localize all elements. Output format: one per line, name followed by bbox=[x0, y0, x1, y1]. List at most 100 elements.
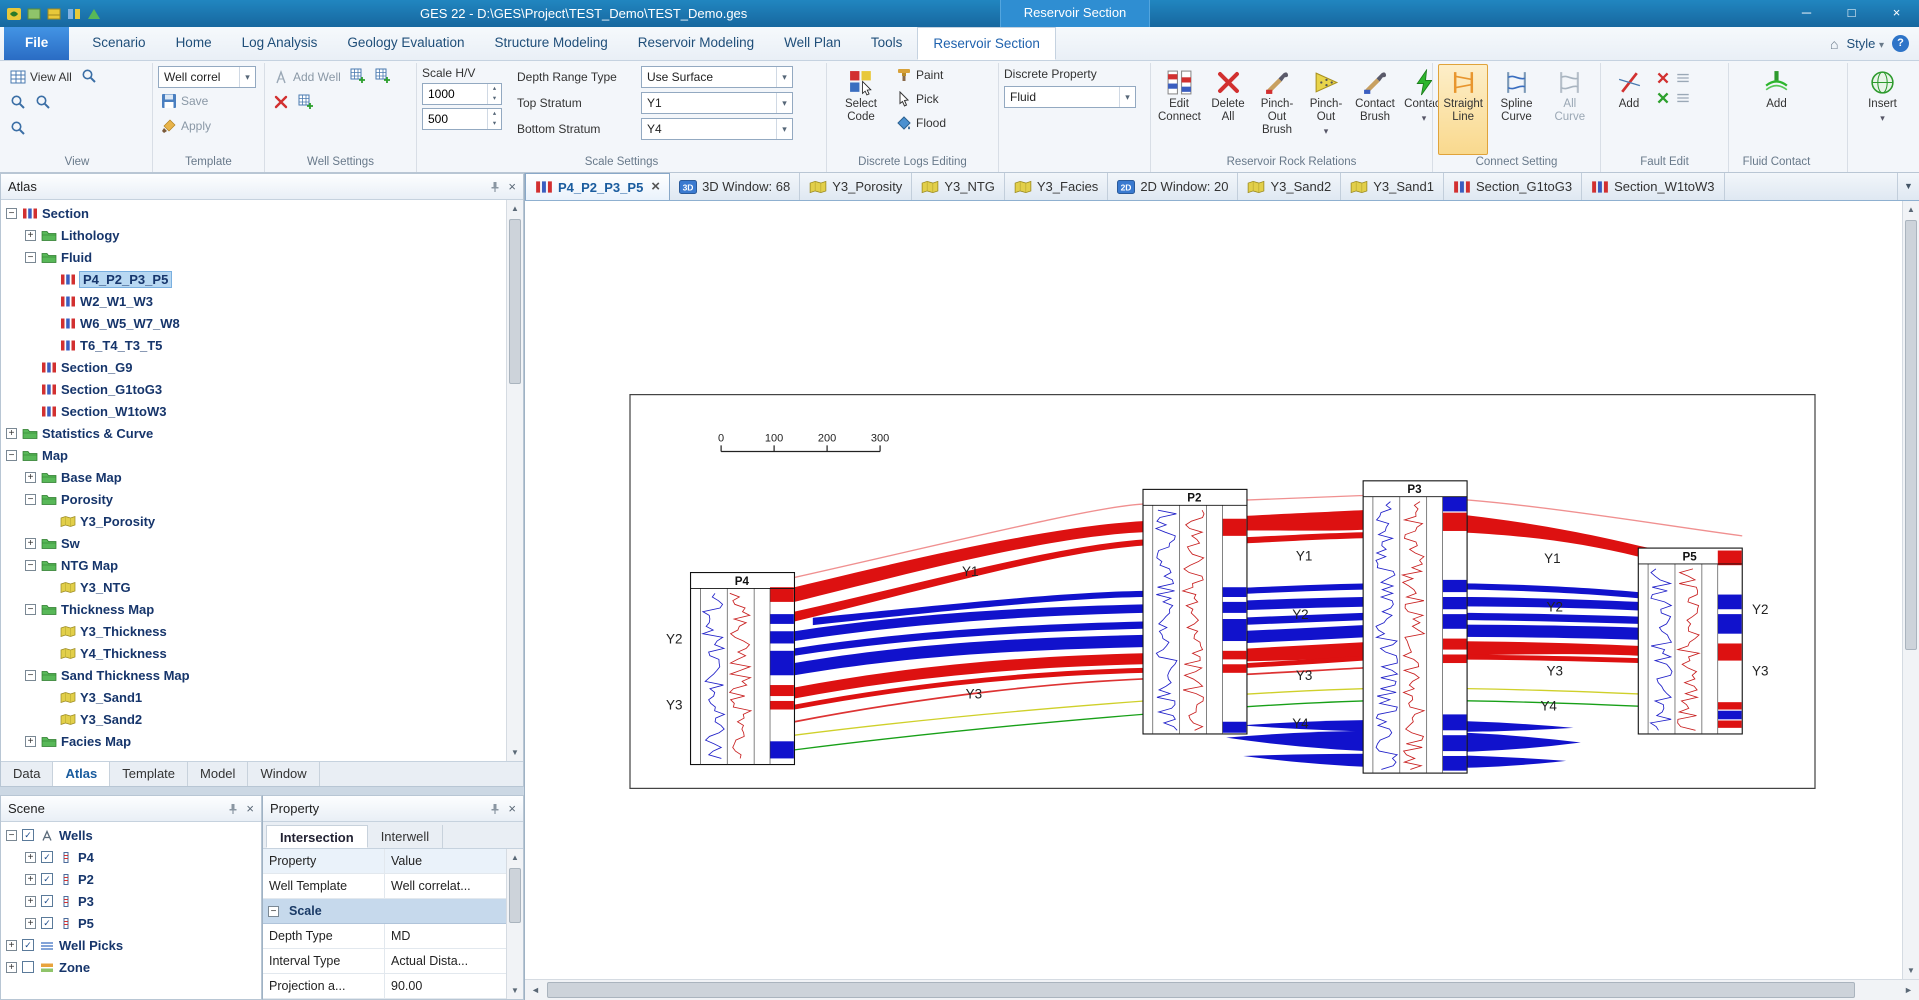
collapse-icon[interactable]: − bbox=[6, 829, 17, 841]
canvas-horizontal-scrollbar[interactable]: ◄ ► bbox=[525, 979, 1919, 1000]
well-track-P3[interactable]: P3 bbox=[1362, 480, 1468, 774]
menu-tab-well-plan[interactable]: Well Plan bbox=[769, 27, 856, 60]
menu-tab-reservoir-section[interactable]: Reservoir Section bbox=[917, 27, 1056, 60]
atlas-item-t6-t4-t3-t5[interactable]: T6_T4_T3_T5 bbox=[1, 334, 506, 356]
toolbar-icon-4[interactable] bbox=[86, 6, 102, 22]
collapse-icon[interactable]: − bbox=[25, 251, 36, 263]
atlas-item-y3-ntg[interactable]: Y3_NTG bbox=[1, 576, 506, 598]
atlas-item-sand-thickness-map[interactable]: − Sand Thickness Map bbox=[1, 664, 506, 686]
atlas-item-base-map[interactable]: + Base Map bbox=[1, 466, 506, 488]
atlas-item-section-g1tog3[interactable]: Section_G1toG3 bbox=[1, 378, 506, 400]
scroll-left-icon[interactable]: ◄ bbox=[525, 980, 546, 1000]
panel-splitter[interactable] bbox=[0, 787, 524, 795]
menu-tab-structure-modeling[interactable]: Structure Modeling bbox=[479, 27, 622, 60]
doc-tab-section-w1tow3[interactable]: Section_W1toW3 bbox=[1582, 173, 1725, 200]
apply-template-button[interactable]: Apply bbox=[158, 114, 259, 138]
menu-tab-file[interactable]: File bbox=[4, 27, 70, 60]
depth-range-type-select[interactable]: Use Surface ▾ bbox=[641, 66, 793, 88]
style-home-icon[interactable]: ⌂ bbox=[1830, 36, 1838, 52]
pin-icon[interactable] bbox=[227, 803, 239, 815]
atlas-item-ntg-map[interactable]: − NTG Map bbox=[1, 554, 506, 576]
remove-well-button[interactable] bbox=[270, 92, 292, 114]
tab-scroll-button[interactable]: ▼ bbox=[1897, 173, 1919, 200]
all-curve-button[interactable]: All Curve bbox=[1545, 64, 1595, 155]
expand-icon[interactable]: + bbox=[25, 735, 36, 747]
pick-button[interactable]: Pick bbox=[893, 88, 949, 110]
well-order-button[interactable] bbox=[347, 66, 369, 88]
fault-segments-icon[interactable] bbox=[1675, 90, 1691, 106]
property-row-interval-type[interactable]: Interval Type Actual Dista... bbox=[263, 949, 506, 974]
context-tab-reservoir-section[interactable]: Reservoir Section bbox=[1000, 0, 1150, 27]
property-row-projection-a-[interactable]: Projection a... 90.00 bbox=[263, 974, 506, 999]
scene-item-wells[interactable]: − ✓ Wells bbox=[1, 824, 261, 846]
save-template-button[interactable]: Save bbox=[158, 89, 259, 113]
collapse-icon[interactable]: − bbox=[25, 559, 36, 571]
maximize-button[interactable]: □ bbox=[1829, 0, 1874, 27]
contact-brush-button[interactable]: Contact Brush bbox=[1352, 64, 1398, 155]
spinner-arrows-icon[interactable]: ▴ ▾ bbox=[487, 109, 501, 129]
fault-lines-icon[interactable] bbox=[1675, 70, 1691, 86]
panel-tab-atlas[interactable]: Atlas bbox=[53, 762, 111, 786]
expand-icon[interactable]: + bbox=[25, 917, 36, 929]
atlas-item-section-w1tow3[interactable]: Section_W1toW3 bbox=[1, 400, 506, 422]
doc-tab-y3-sand1[interactable]: Y3_Sand1 bbox=[1341, 173, 1444, 200]
atlas-item-facies-map[interactable]: + Facies Map bbox=[1, 730, 506, 752]
atlas-item-section[interactable]: − Section bbox=[1, 202, 506, 224]
expand-icon[interactable]: + bbox=[6, 427, 17, 439]
collapse-icon[interactable]: − bbox=[6, 207, 17, 219]
spline-curve-button[interactable]: Spline Curve bbox=[1491, 64, 1541, 155]
atlas-item-section-g9[interactable]: Section_G9 bbox=[1, 356, 506, 378]
cross-section-plot[interactable]: 0 100 200 300 P4 P2 P3 P5 Y1 Y1 Y1 Y2 Y2 Y2 Y2 Y3 Y3 Y3 Y3… bbox=[629, 394, 1816, 789]
well-track-P2[interactable]: P2 bbox=[1142, 488, 1248, 735]
menu-tab-log-analysis[interactable]: Log Analysis bbox=[227, 27, 333, 60]
checkbox[interactable] bbox=[22, 961, 34, 973]
delete-all-button[interactable]: Delete All bbox=[1205, 64, 1251, 155]
checkbox[interactable]: ✓ bbox=[41, 917, 53, 929]
pinch-out-brush-button[interactable]: Pinch-Out Brush bbox=[1254, 64, 1300, 155]
atlas-item-y3-porosity[interactable]: Y3_Porosity bbox=[1, 510, 506, 532]
atlas-item-y3-sand2[interactable]: Y3_Sand2 bbox=[1, 708, 506, 730]
canvas-vertical-scrollbar[interactable]: ▲ ▼ bbox=[1902, 201, 1919, 979]
expand-icon[interactable]: + bbox=[6, 961, 17, 973]
doc-tab-y3-sand2[interactable]: Y3_Sand2 bbox=[1238, 173, 1342, 200]
zoom-window-button[interactable] bbox=[78, 66, 100, 88]
well-spacing-button[interactable] bbox=[372, 66, 394, 88]
menu-tab-geology-evaluation[interactable]: Geology Evaluation bbox=[332, 27, 479, 60]
collapse-icon[interactable]: − bbox=[268, 905, 279, 917]
scroll-up-icon[interactable]: ▲ bbox=[1903, 201, 1919, 218]
pin-icon[interactable] bbox=[489, 803, 501, 815]
expand-icon[interactable]: + bbox=[25, 851, 36, 863]
add-well-button[interactable]: Add Well bbox=[270, 65, 344, 89]
collapse-icon[interactable]: − bbox=[25, 669, 36, 681]
atlas-item-w6-w5-w7-w8[interactable]: W6_W5_W7_W8 bbox=[1, 312, 506, 334]
well-track-P4[interactable]: P4 bbox=[689, 571, 796, 766]
toolbar-icon-1[interactable] bbox=[26, 6, 42, 22]
doc-tab-y3-ntg[interactable]: Y3_NTG bbox=[912, 173, 1005, 200]
atlas-item-w2-w1-w3[interactable]: W2_W1_W3 bbox=[1, 290, 506, 312]
doc-tab-3d-window-68[interactable]: 3D 3D Window: 68 bbox=[670, 173, 801, 200]
panel-tab-window[interactable]: Window bbox=[248, 762, 320, 786]
snap-fault-icon[interactable] bbox=[1655, 90, 1671, 106]
checkbox[interactable]: ✓ bbox=[41, 851, 53, 863]
atlas-scrollbar[interactable]: ▲ ▼ bbox=[506, 200, 523, 761]
spinner-arrows-icon[interactable]: ▴ ▾ bbox=[487, 84, 501, 104]
straight-line-button[interactable]: Straight Line bbox=[1438, 64, 1489, 156]
expand-icon[interactable]: + bbox=[6, 939, 17, 951]
panel-tab-template[interactable]: Template bbox=[110, 762, 189, 786]
select-code-button[interactable]: Select Code bbox=[832, 64, 890, 155]
expand-icon[interactable]: + bbox=[25, 873, 36, 885]
atlas-item-statistics-curve[interactable]: + Statistics & Curve bbox=[1, 422, 506, 444]
collapse-icon[interactable]: − bbox=[25, 603, 36, 615]
pin-icon[interactable] bbox=[489, 181, 501, 193]
view-all-button[interactable]: View All bbox=[7, 65, 75, 89]
expand-icon[interactable]: + bbox=[25, 895, 36, 907]
help-icon[interactable]: ? bbox=[1892, 35, 1909, 52]
property-tab-interwell[interactable]: Interwell bbox=[368, 825, 444, 848]
scene-item-p4[interactable]: + ✓ P4 bbox=[1, 846, 261, 868]
scroll-down-icon[interactable]: ▼ bbox=[507, 744, 523, 761]
collapse-icon[interactable]: − bbox=[6, 449, 17, 461]
scene-item-p5[interactable]: + ✓ P5 bbox=[1, 912, 261, 934]
well-layout-button[interactable] bbox=[295, 92, 317, 114]
atlas-item-thickness-map[interactable]: − Thickness Map bbox=[1, 598, 506, 620]
menu-tab-reservoir-modeling[interactable]: Reservoir Modeling bbox=[623, 27, 769, 60]
